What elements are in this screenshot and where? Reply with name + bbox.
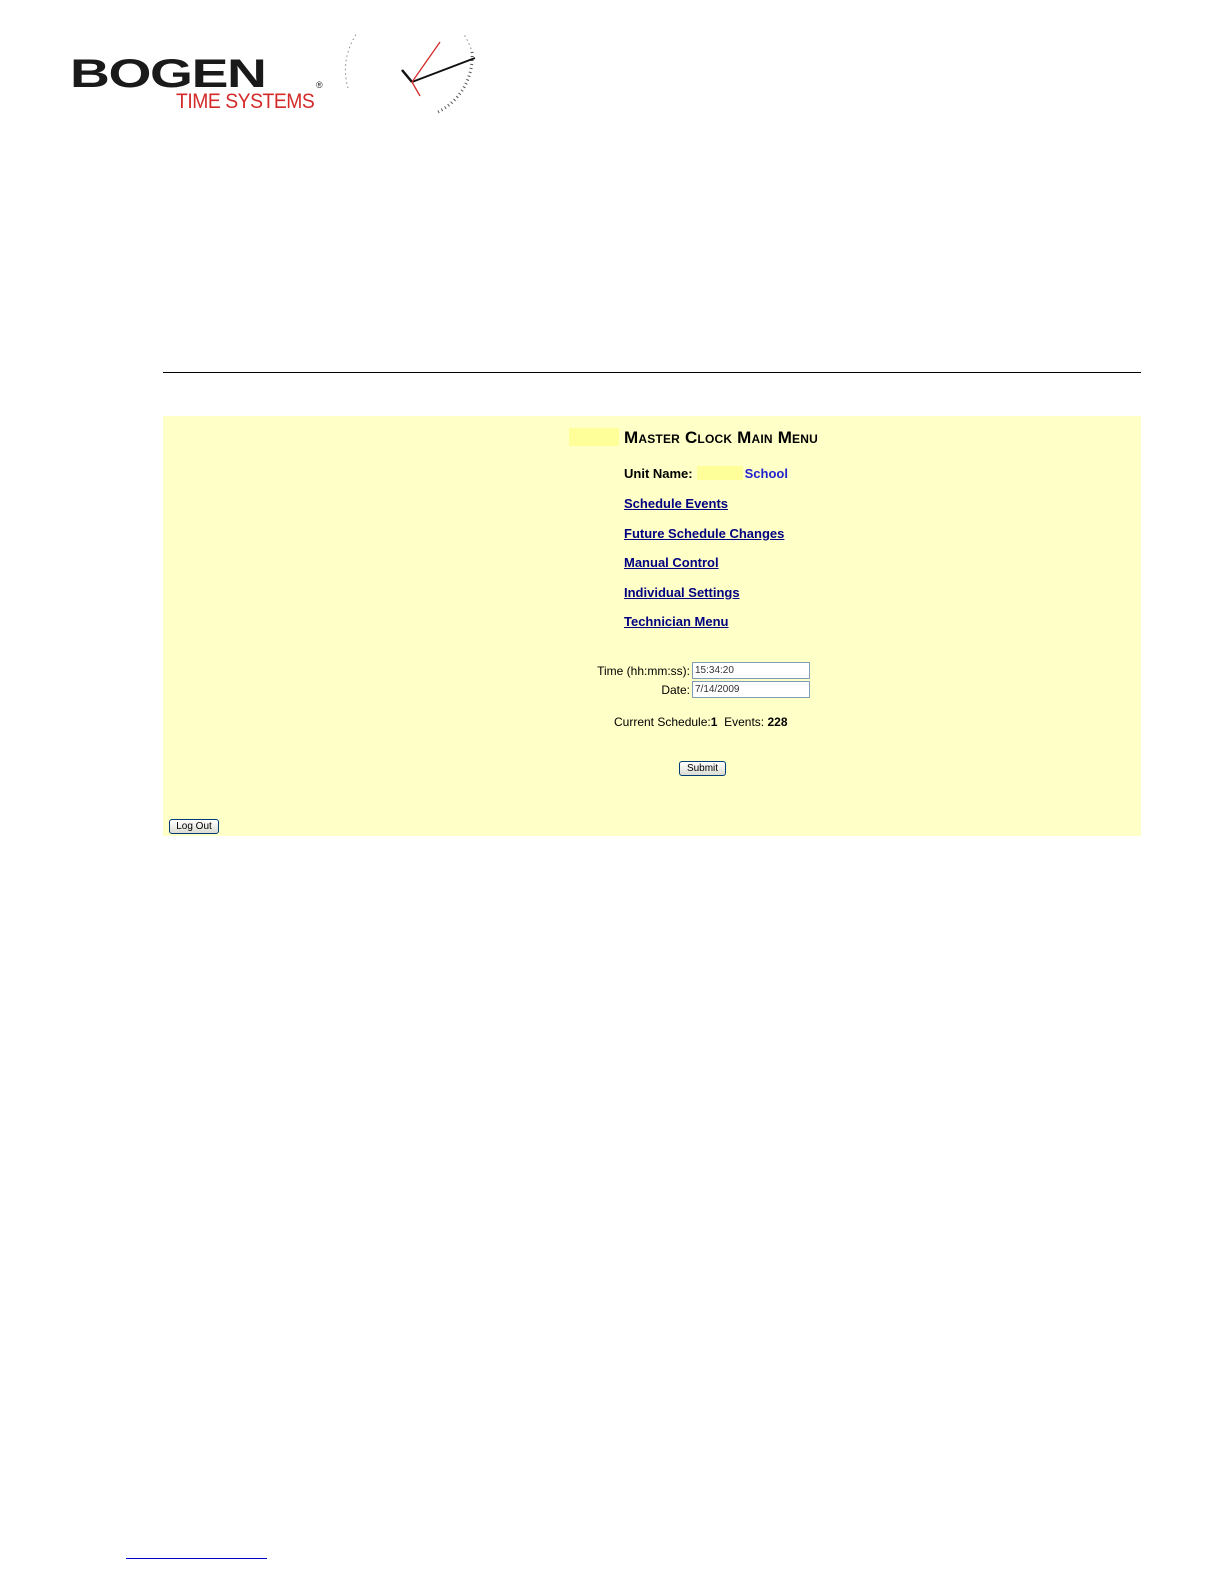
footer-link-underline — [126, 1558, 267, 1559]
time-input[interactable] — [692, 662, 810, 679]
unit-name-row: Unit Name: School — [624, 466, 788, 482]
individual-settings-link[interactable]: Individual Settings — [624, 585, 740, 601]
horizontal-divider — [163, 372, 1141, 373]
schedule-status: Current Schedule:1 Events: 228 — [614, 715, 788, 729]
submit-button[interactable]: Submit — [679, 761, 726, 776]
future-schedule-changes-link[interactable]: Future Schedule Changes — [624, 526, 784, 542]
unit-name-label: Unit Name: — [624, 466, 693, 481]
logo-tagline: TIME SYSTEMS — [176, 90, 315, 113]
events-label: Events: — [724, 715, 765, 729]
date-label: Date: — [661, 683, 690, 697]
highlight-mark — [696, 466, 743, 480]
current-schedule-value: 1 — [710, 715, 718, 729]
manual-control-link[interactable]: Manual Control — [624, 555, 719, 571]
logo-registered-mark: ® — [316, 80, 323, 90]
clock-icon — [344, 34, 476, 114]
logo-wordmark: BOGEN — [70, 52, 267, 96]
time-label: Time (hh:mm:ss): — [597, 664, 690, 678]
logout-button[interactable]: Log Out — [169, 819, 219, 834]
current-schedule-label: Current Schedule: — [614, 715, 711, 729]
events-value: 228 — [767, 715, 788, 729]
unit-name-value: School — [744, 466, 788, 481]
bogen-logo: BOGEN ® TIME SYSTEMS — [70, 34, 476, 116]
page-title: Master Clock Main Menu — [624, 428, 818, 447]
date-input[interactable] — [692, 681, 810, 698]
main-menu-panel: Master Clock Main Menu Unit Name: School … — [163, 416, 1141, 836]
technician-menu-link[interactable]: Technician Menu — [624, 614, 729, 630]
highlight-mark — [569, 428, 619, 446]
schedule-events-link[interactable]: Schedule Events — [624, 496, 728, 512]
